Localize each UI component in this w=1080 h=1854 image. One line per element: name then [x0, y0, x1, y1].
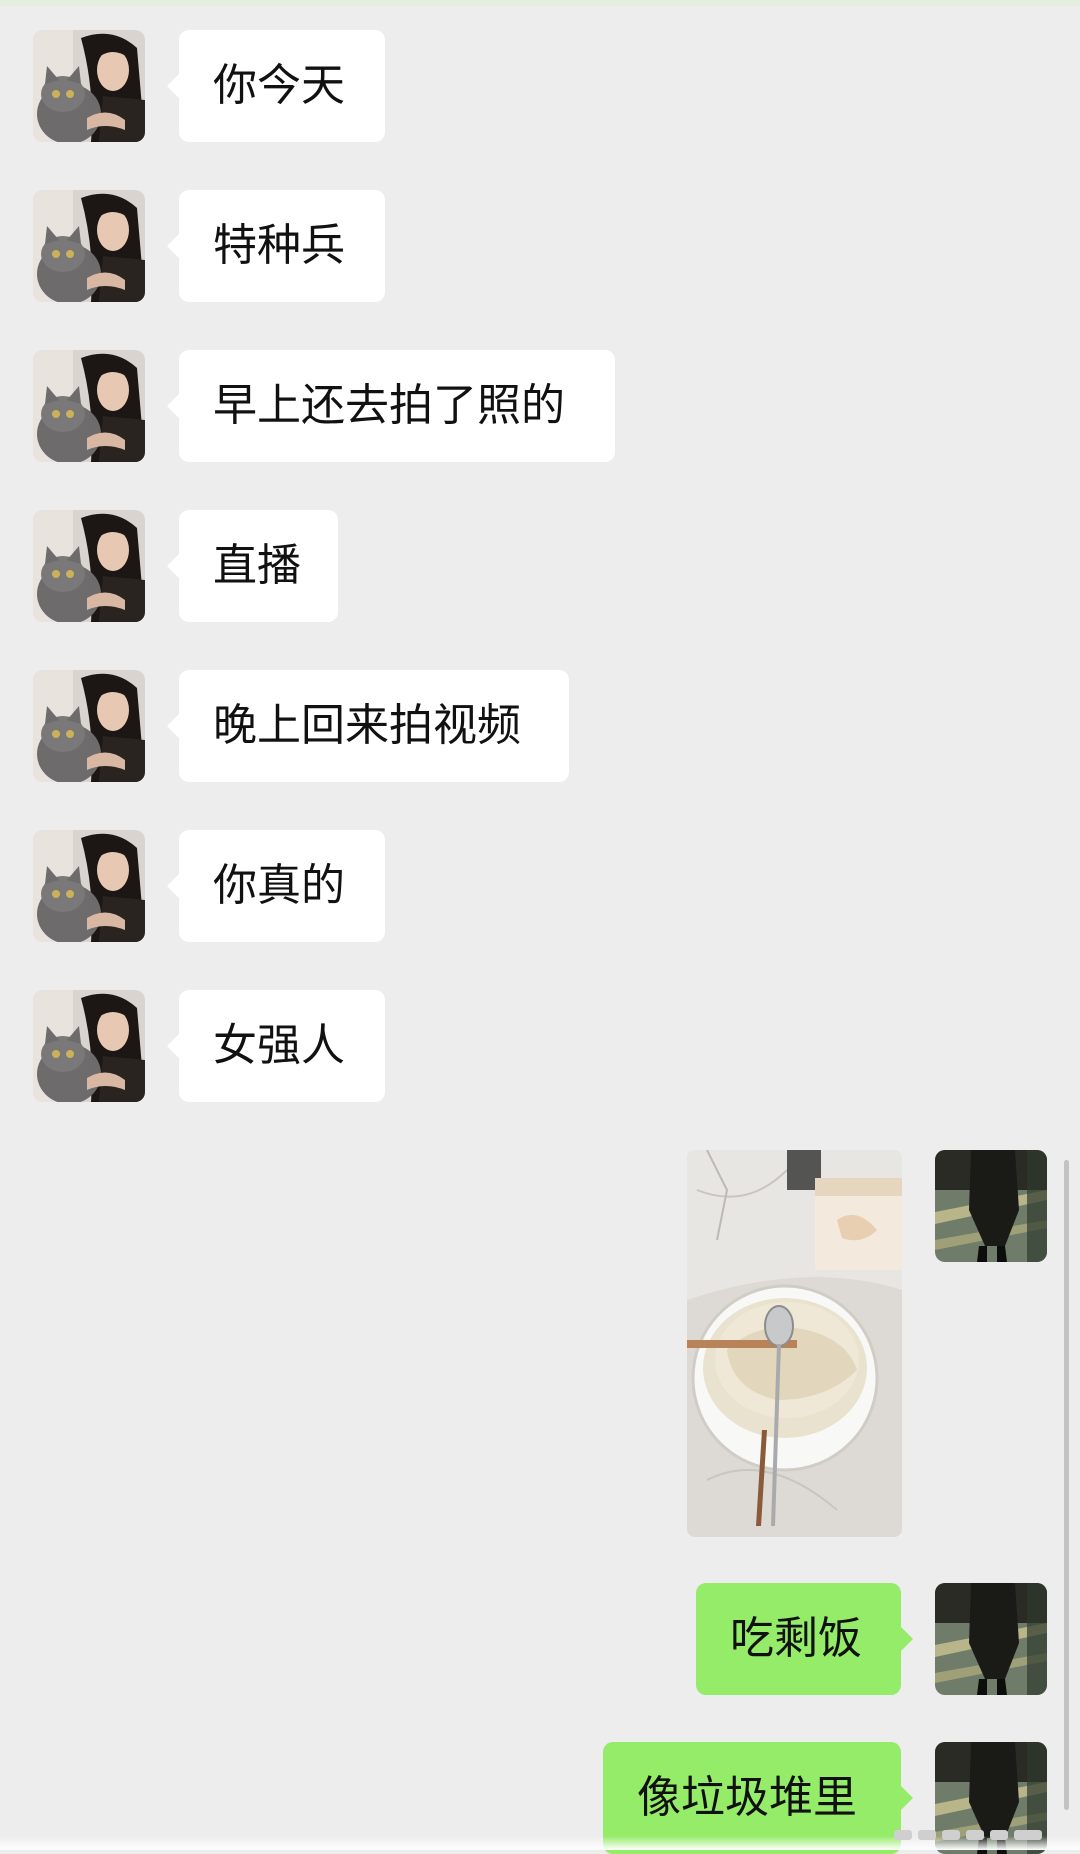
incoming-message-bubble[interactable]: 晚上回来拍视频: [167, 670, 569, 782]
outgoing-message-bubble[interactable]: 吃剩饭: [696, 1583, 913, 1695]
incoming-message-bubble[interactable]: 直播: [167, 510, 338, 622]
leftover-rice-bowl-photo-icon: [687, 1150, 902, 1537]
watermark-icon: [894, 1830, 1042, 1840]
incoming-message-bubble[interactable]: 你真的: [167, 830, 385, 942]
woman-with-cat-avatar-icon: [33, 350, 145, 462]
contact-avatar[interactable]: [33, 670, 145, 782]
scrollbar[interactable]: [1064, 1160, 1069, 1810]
contact-avatar[interactable]: [33, 830, 145, 942]
woman-with-cat-avatar-icon: [33, 670, 145, 782]
incoming-message-bubble[interactable]: 特种兵: [167, 190, 385, 302]
incoming-message-bubble[interactable]: 女强人: [167, 990, 385, 1102]
walking-person-avatar-icon: [935, 1583, 1047, 1695]
top-edge: [0, 0, 1080, 6]
woman-with-cat-avatar-icon: [33, 190, 145, 302]
incoming-message-bubble[interactable]: 你今天: [167, 30, 385, 142]
self-avatar[interactable]: [935, 1150, 1047, 1262]
self-avatar[interactable]: [935, 1583, 1047, 1695]
woman-with-cat-avatar-icon: [33, 30, 145, 142]
contact-avatar[interactable]: [33, 990, 145, 1102]
contact-avatar[interactable]: [33, 30, 145, 142]
woman-with-cat-avatar-icon: [33, 990, 145, 1102]
sent-photo[interactable]: [687, 1150, 902, 1537]
contact-avatar[interactable]: [33, 510, 145, 622]
contact-avatar[interactable]: [33, 350, 145, 462]
walking-person-avatar-icon: [935, 1150, 1047, 1262]
contact-avatar[interactable]: [33, 190, 145, 302]
incoming-message-bubble[interactable]: 早上还去拍了照的: [167, 350, 615, 462]
woman-with-cat-avatar-icon: [33, 510, 145, 622]
woman-with-cat-avatar-icon: [33, 830, 145, 942]
